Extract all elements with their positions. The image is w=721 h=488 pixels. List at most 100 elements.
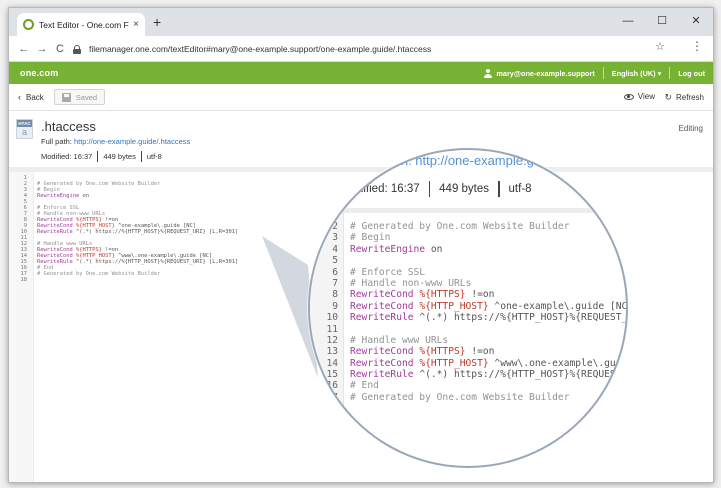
code-text: # Enforce SSL <box>350 266 426 278</box>
magnified-editor-border <box>310 208 626 213</box>
lock-icon <box>73 44 81 54</box>
file-icon-tag: HTAC <box>17 120 32 127</box>
code-text: RewriteRule ^(.*) https://%{HTTP_HOST}%{… <box>37 229 239 235</box>
magnified-line-8: 8 RewriteCond %{HTTPS} !=on <box>310 289 626 300</box>
tab-close-icon[interactable]: × <box>133 19 139 30</box>
user-menu[interactable]: mary@one-example.support <box>475 68 602 78</box>
magnified-line-7: 7 # Handle non-www URLs <box>310 278 626 289</box>
line-number: 18 <box>20 277 28 283</box>
browser-back-icon[interactable]: ← <box>15 43 33 55</box>
line-number: 15 <box>326 369 338 381</box>
magnified-line-11: 11 <box>310 324 626 335</box>
magnified-view: ath: http://one-example.gui Modified: 16… <box>310 150 626 466</box>
code-text: RewriteRule ^(.*) https://%{HTTP_HOST}%{… <box>350 369 628 381</box>
line-number: 9 <box>332 300 338 312</box>
language-selector[interactable]: English (UK) ▾ <box>604 69 669 78</box>
refresh-icon: ↻ <box>664 92 672 102</box>
window-controls: — ☐ ✕ <box>611 8 713 36</box>
line-number: 11 <box>326 323 338 335</box>
back-button[interactable]: ‹ Back <box>18 92 44 102</box>
line-number: 16 <box>326 380 338 392</box>
line-number: 6 <box>332 266 338 278</box>
magnified-file-meta: Modified: 16:37 449 bytes utf-8 <box>341 181 532 197</box>
user-email: mary@one-example.support <box>496 68 595 78</box>
code-text: # Handle www URLs <box>350 334 449 346</box>
magnified-line-9: 9 RewriteCond %{HTTP_HOST} ^one-example\.… <box>310 301 626 312</box>
eye-icon <box>623 93 634 100</box>
url-text[interactable]: filemanager.one.com/textEditor#mary@one-… <box>89 44 431 54</box>
magnifier-lens: ath: http://one-example.gui Modified: 16… <box>308 148 628 468</box>
line-number: 7 <box>332 277 338 289</box>
refresh-label: Refresh <box>675 93 704 102</box>
favicon-icon <box>23 19 34 30</box>
save-button[interactable]: Saved <box>53 89 106 105</box>
code-text: # Handle non-www URLs <box>350 277 472 289</box>
magnified-line-2: 2 # Generated by One.com Website Builder <box>310 221 626 232</box>
magnified-modified-label: Modified: <box>341 183 388 195</box>
line-number: 4 <box>332 243 338 255</box>
meta-divider <box>428 181 431 197</box>
editor-action-bar: ‹ Back Saved View ↻ Refresh <box>9 84 713 111</box>
close-window-button[interactable]: ✕ <box>679 8 713 36</box>
full-path: Full path: http://one-example.guide/.hta… <box>41 137 190 146</box>
code-text: RewriteEngine on <box>350 243 443 255</box>
line-number: 3 <box>332 232 338 244</box>
minimize-button[interactable]: — <box>611 8 645 36</box>
code-text: RewriteCond %{HTTPS} !=on <box>350 346 495 358</box>
browser-forward-icon[interactable]: → <box>33 43 51 55</box>
refresh-button[interactable]: ↻ Refresh <box>664 92 704 103</box>
bookmark-star-icon[interactable]: ☆ <box>655 40 665 53</box>
code-text: RewriteEngine on <box>37 193 89 199</box>
file-icon-letter: a <box>21 127 27 137</box>
save-label: Saved <box>75 92 98 102</box>
magnified-encoding: utf-8 <box>508 183 532 195</box>
magnified-file-size: 449 bytes <box>439 183 490 195</box>
new-tab-button[interactable]: + <box>153 14 161 30</box>
magnified-modified-time: 16:37 <box>390 183 420 195</box>
browser-menu-icon[interactable]: ⋮ <box>691 39 703 53</box>
magnified-line-12: 12 # Handle www URLs <box>310 335 626 346</box>
line-number: 10 <box>326 312 338 324</box>
full-path-label: Full path: <box>41 137 72 146</box>
view-button[interactable]: View <box>623 92 655 101</box>
file-size: 449 bytes <box>103 152 136 161</box>
magnified-line-16: 16 # End <box>310 380 626 391</box>
line-number: 13 <box>326 346 338 358</box>
code-text: RewriteRule ^(.*) https://%{HTTP_HOST}%{… <box>350 312 628 324</box>
one-com-logo[interactable]: one.com <box>20 68 58 78</box>
tab-title: Text Editor - One.com File Manag... <box>39 19 129 30</box>
magnified-line-5: 5 <box>310 255 626 266</box>
magnified-line-17: 17 # Generated by One.com Website Builder <box>310 392 626 403</box>
meta-divider <box>140 151 142 162</box>
editing-status: Editing <box>678 124 703 133</box>
magnified-line-10: 10 RewriteRule ^(.*) https://%{HTTP_HOST}… <box>310 312 626 323</box>
browser-tab[interactable]: Text Editor - One.com File Manag... × <box>17 13 145 36</box>
code-text: # Generated by One.com Website Builder <box>350 391 570 403</box>
magnified-line-13: 13 RewriteCond %{HTTPS} !=on <box>310 346 626 357</box>
app-header: one.com mary@one-example.support English… <box>9 62 713 84</box>
meta-divider <box>498 181 500 197</box>
htaccess-file-icon: HTAC a <box>16 119 33 139</box>
line-number: 17 <box>326 391 338 403</box>
line-number: 12 <box>326 334 338 346</box>
magnified-line-3: 3 # Begin <box>310 232 626 243</box>
logout-link[interactable]: Log out <box>670 69 713 78</box>
meta-divider <box>97 151 99 162</box>
magnified-code-lines: 2 # Generated by One.com Website Builder 3… <box>310 221 626 415</box>
view-label: View <box>637 92 655 101</box>
line-number: 2 <box>332 221 338 232</box>
code-text: RewriteCond %{HTTP_HOST} ^one-example\.g… <box>350 300 628 312</box>
magnified-line-14: 14 RewriteCond %{HTTP_HOST} ^www\.one-exa… <box>310 358 626 369</box>
browser-reload-icon[interactable]: C <box>51 43 69 55</box>
magnified-line-4: 4 RewriteEngine on <box>310 244 626 255</box>
tab-strip: Text Editor - One.com File Manag... × + … <box>9 8 713 36</box>
file-meta: Modified: 16:37 449 bytes utf-8 <box>41 151 162 162</box>
magnified-line-18: 18 <box>310 403 626 414</box>
magnified-full-path: ath: http://one-example.gui <box>390 153 544 168</box>
address-bar[interactable]: filemanager.one.com/textEditor#mary@one-… <box>73 40 673 58</box>
full-path-link[interactable]: http://one-example.guide/.htaccess <box>74 137 190 146</box>
file-name: .htaccess <box>41 119 96 134</box>
file-encoding: utf-8 <box>146 152 162 161</box>
maximize-button[interactable]: ☐ <box>645 8 679 36</box>
back-label: Back <box>26 92 44 102</box>
